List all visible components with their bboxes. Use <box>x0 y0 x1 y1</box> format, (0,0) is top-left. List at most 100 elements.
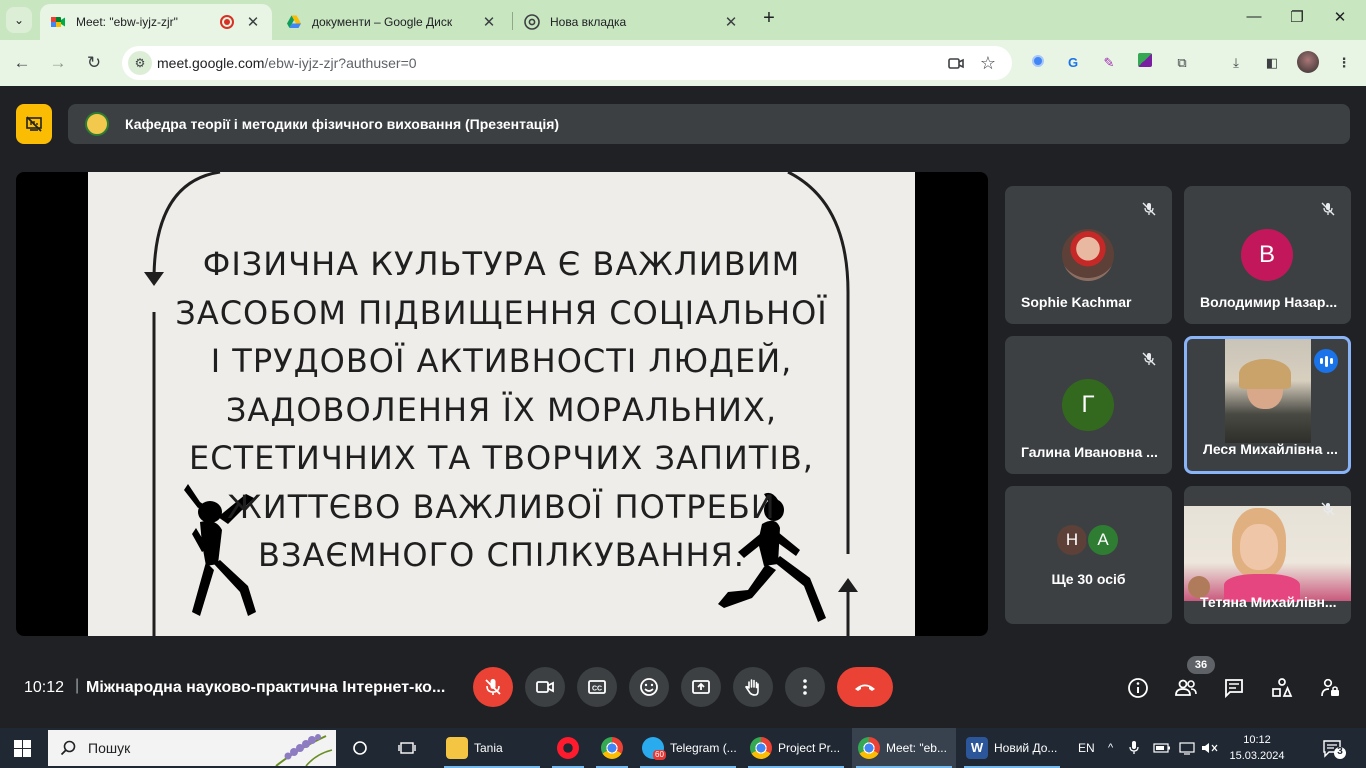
people-count-badge: 36 <box>1187 656 1215 674</box>
browser-toolbar: ← → ↻ ⚙ meet.google.com/ebw-iyjz-zjr?aut… <box>0 40 1366 86</box>
raise-hand-button[interactable] <box>733 667 773 707</box>
hide-presentation-button[interactable] <box>16 104 52 144</box>
chrome-menu-icon[interactable]: ⋮ <box>1334 53 1354 73</box>
participant-name: Володимир Назар... <box>1200 294 1338 310</box>
presentation-title: Кафедра теорії і методики фізичного вихо… <box>125 116 560 132</box>
profile-avatar[interactable] <box>1297 51 1319 73</box>
network-icon[interactable] <box>1178 728 1196 768</box>
participant-tile[interactable]: Тетяна Михайлівн... <box>1184 486 1351 624</box>
close-tab-icon[interactable]: ✕ <box>480 13 498 31</box>
closed-captions-icon: CC <box>588 680 606 694</box>
taskbar-item-opera[interactable] <box>548 728 588 768</box>
system-clock[interactable]: 10:12 15.03.2024 <box>1224 732 1290 764</box>
bookmark-star-icon[interactable]: ☆ <box>978 53 998 73</box>
avatar: Н <box>1055 523 1089 557</box>
taskbar-item-project[interactable]: Project Pr... <box>744 728 848 768</box>
avatar: А <box>1086 523 1120 557</box>
present-now-button[interactable] <box>681 667 721 707</box>
participant-tile[interactable]: Г Галина Ивановна ... <box>1005 336 1172 474</box>
chat-icon[interactable] <box>1222 676 1246 700</box>
task-view-icon[interactable] <box>352 728 370 768</box>
toggle-camera-button[interactable] <box>525 667 565 707</box>
site-info-icon[interactable]: ⚙ <box>128 51 152 75</box>
reactions-button[interactable] <box>629 667 669 707</box>
taskbar-item-word[interactable]: W Новий До... <box>960 728 1064 768</box>
taskbar-item-label: Tania <box>474 741 503 755</box>
extension-translate-icon[interactable]: G <box>1063 53 1083 73</box>
presentation-stage[interactable]: ФІЗИЧНА КУЛЬТУРА Є ВАЖЛИВИМ ЗАСОБОМ ПІДВ… <box>16 172 988 636</box>
avatar: Г <box>1062 379 1114 431</box>
telegram-unread-badge: 60 <box>653 750 666 760</box>
captions-button[interactable]: CC <box>577 667 617 707</box>
extension-pen-icon[interactable]: ✎ <box>1099 53 1119 73</box>
battery-icon[interactable] <box>1153 728 1171 768</box>
side-panel-icon[interactable]: ◧ <box>1262 53 1282 73</box>
google-meet-icon <box>51 17 65 27</box>
tab-title: Meet: "ebw-iyjz-zjr" <box>76 15 178 29</box>
forward-icon[interactable]: → <box>46 51 70 75</box>
windows-start-icon[interactable] <box>14 740 31 757</box>
mic-off-icon <box>1317 198 1339 220</box>
slide-line: ЗАСОБОМ ПІДВИЩЕННЯ СОЦІАЛЬНОЇ <box>175 293 828 332</box>
extensions-puzzle-icon[interactable]: ⧉ <box>1172 53 1192 73</box>
close-window-icon[interactable]: ✕ <box>1325 8 1355 26</box>
chrome-icon <box>750 737 772 759</box>
leave-call-button[interactable] <box>837 667 893 707</box>
taskbar-item-meet[interactable]: Meet: "eb... <box>852 728 956 768</box>
taskbar-item-label: Project Pr... <box>778 741 841 755</box>
reload-icon[interactable]: ↻ <box>82 51 106 75</box>
telegram-icon: 60 <box>642 737 666 760</box>
tray-chevron-icon[interactable]: ^ <box>1108 728 1113 768</box>
taskbar-item-label: Meet: "eb... <box>886 741 947 755</box>
slide-line: ЖИТТЄВО ВАЖЛИВОЇ ПОТРЕБИ <box>227 487 776 526</box>
close-tab-icon[interactable]: ✕ <box>722 13 740 31</box>
participant-tile[interactable]: Sophie Kachmar <box>1005 186 1172 324</box>
participant-tile-speaking[interactable]: Леся Михайлівна ... <box>1184 336 1351 474</box>
speaking-indicator-icon <box>1314 349 1338 373</box>
extension-blue-dot-icon[interactable] <box>1028 53 1048 73</box>
widgets-icon[interactable] <box>398 728 418 768</box>
url-text[interactable]: meet.google.com/ebw-iyjz-zjr?authuser=0 <box>157 55 417 71</box>
folder-icon <box>446 737 468 759</box>
taskbar-item-tania-folder[interactable]: Tania <box>440 728 544 768</box>
opera-icon <box>557 737 579 759</box>
minimize-icon[interactable]: — <box>1239 8 1269 25</box>
people-icon[interactable] <box>1174 676 1198 700</box>
meeting-info-icon[interactable] <box>1126 676 1150 700</box>
mic-off-icon <box>1317 498 1339 520</box>
google-drive-icon <box>287 15 301 28</box>
more-participants-tile[interactable]: Н А Ще 30 осіб <box>1005 486 1172 624</box>
taskbar-search[interactable]: Пошук <box>48 730 336 766</box>
taskbar-item-telegram[interactable]: 60 Telegram (... <box>636 728 740 768</box>
tab-search-chevron-icon[interactable]: ⌄ <box>6 7 32 33</box>
windows-taskbar: Пошук Tania 60 Telegram (... Project Pr.… <box>0 728 1366 768</box>
slide-line: І ТРУДОВОЇ АКТИВНОСТІ ЛЮДЕЙ, <box>210 342 793 380</box>
host-controls-icon[interactable] <box>1318 676 1342 700</box>
extension-screencast-icon[interactable] <box>1135 53 1155 73</box>
participant-name: Галина Ивановна ... <box>1021 444 1158 460</box>
address-bar[interactable]: ⚙ meet.google.com/ebw-iyjz-zjr?authuser=… <box>122 46 1012 80</box>
tab-meet[interactable]: Meet: "ebw-iyjz-zjr" ✕ <box>40 4 272 40</box>
tab-new-tab[interactable]: Нова вкладка ✕ <box>514 4 750 40</box>
notifications-icon[interactable]: 3 <box>1322 738 1346 760</box>
mic-off-icon <box>1138 348 1160 370</box>
camera-in-use-icon[interactable] <box>946 53 966 73</box>
input-language[interactable]: EN <box>1078 728 1095 768</box>
taskbar-item-chrome[interactable] <box>592 728 632 768</box>
more-options-button[interactable] <box>785 667 825 707</box>
participant-tile[interactable]: В Володимир Назар... <box>1184 186 1351 324</box>
microphone-tray-icon[interactable] <box>1128 728 1140 768</box>
tab-drive[interactable]: документи – Google Диск ✕ <box>276 4 508 40</box>
back-icon[interactable]: ← <box>10 51 34 75</box>
toggle-microphone-button[interactable] <box>473 667 513 707</box>
close-tab-icon[interactable]: ✕ <box>244 13 262 31</box>
volume-muted-icon[interactable] <box>1201 728 1219 768</box>
chrome-icon <box>858 737 880 759</box>
activities-icon[interactable] <box>1270 676 1294 700</box>
slide-line: ФІЗИЧНА КУЛЬТУРА Є ВАЖЛИВИМ <box>202 245 801 283</box>
new-tab-button[interactable]: + <box>758 8 780 30</box>
meeting-name[interactable]: Міжнародна науково-практична Інтернет-ко… <box>86 679 448 697</box>
downloads-icon[interactable]: ⤓ <box>1226 53 1246 73</box>
more-participants-label: Ще 30 осіб <box>1051 571 1126 587</box>
restore-icon[interactable]: ❐ <box>1282 8 1312 26</box>
